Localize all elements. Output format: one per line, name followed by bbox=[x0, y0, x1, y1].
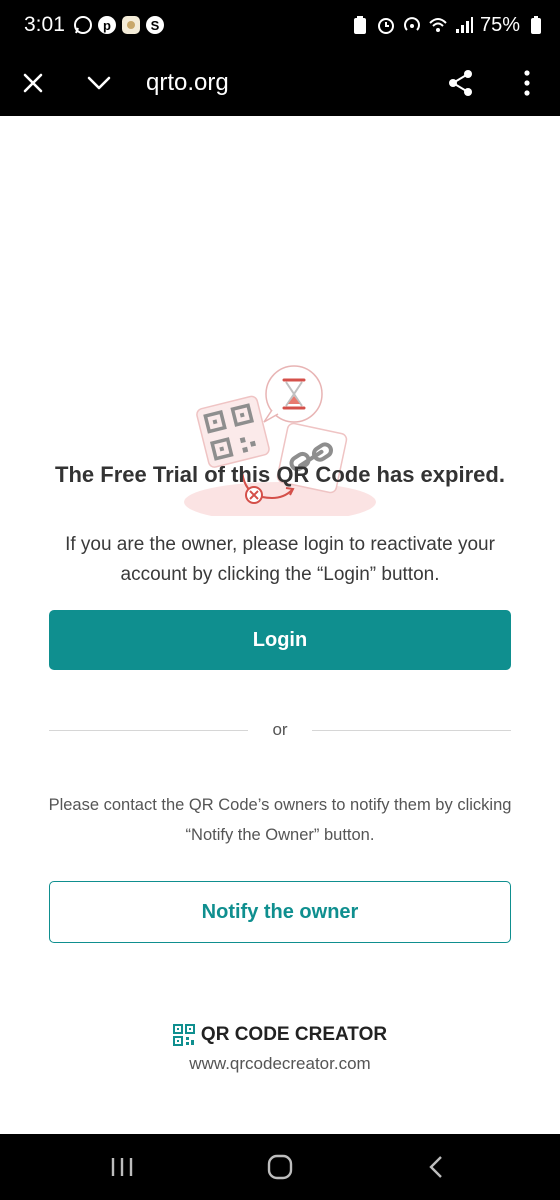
back-button[interactable] bbox=[396, 1134, 476, 1200]
brand-logo[interactable]: QR CODE CREATOR bbox=[0, 1024, 560, 1046]
system-icons: 75% bbox=[350, 14, 546, 37]
notify-owner-button[interactable]: Notify the owner bbox=[49, 881, 511, 943]
or-divider: or bbox=[49, 716, 511, 744]
headline: The Free Trial of this QR Code has expir… bbox=[55, 462, 505, 487]
signal-icon bbox=[454, 15, 474, 35]
more-options-button[interactable] bbox=[494, 50, 560, 116]
recent-apps-icon bbox=[111, 1158, 133, 1176]
brand-url[interactable]: www.qrcodecreator.com bbox=[0, 1054, 560, 1074]
recent-apps-button[interactable] bbox=[82, 1134, 162, 1200]
battery-icon bbox=[526, 15, 546, 35]
battery-saver-icon bbox=[350, 15, 370, 35]
contact-message: Please contact the QR Code’s owners to n… bbox=[48, 796, 512, 844]
status-time: 3:01 bbox=[24, 13, 65, 36]
page-content: The Free Trial of this QR Code has expir… bbox=[0, 116, 560, 1134]
more-vert-icon bbox=[524, 70, 530, 96]
whatsapp-icon bbox=[73, 15, 93, 35]
qr-logo-icon bbox=[172, 1024, 195, 1046]
svg-text:S: S bbox=[151, 18, 160, 33]
home-button[interactable] bbox=[240, 1134, 320, 1200]
divider-line-left bbox=[49, 729, 249, 731]
notification-icons: p S bbox=[73, 15, 165, 35]
brand-name: QR CODE CREATOR bbox=[200, 1024, 388, 1045]
or-text: or bbox=[272, 720, 288, 739]
wifi-icon bbox=[428, 15, 448, 35]
close-button[interactable] bbox=[0, 50, 66, 116]
system-nav-bar bbox=[0, 1134, 560, 1200]
svg-text:p: p bbox=[103, 18, 111, 33]
url-text[interactable]: qrto.org bbox=[146, 69, 229, 97]
minimize-button[interactable] bbox=[66, 50, 132, 116]
chevron-down-icon bbox=[87, 76, 111, 90]
share-button[interactable] bbox=[428, 50, 494, 116]
hotspot-icon bbox=[402, 15, 422, 35]
owner-message: If you are the owner, please login to re… bbox=[65, 534, 495, 585]
share-icon bbox=[449, 70, 472, 96]
battery-percent: 75% bbox=[479, 13, 520, 36]
back-icon bbox=[429, 1156, 442, 1178]
browser-toolbar: qrto.org bbox=[0, 50, 560, 116]
pinterest-icon: p bbox=[97, 15, 117, 35]
s-app-icon: S bbox=[145, 15, 165, 35]
close-icon bbox=[23, 73, 43, 93]
app-icon bbox=[121, 15, 141, 35]
home-icon bbox=[267, 1154, 293, 1180]
status-bar: 3:01 p S 75% bbox=[0, 0, 560, 50]
alarm-icon bbox=[376, 15, 396, 35]
divider-line-right bbox=[311, 729, 511, 731]
login-button[interactable]: Login bbox=[49, 610, 511, 670]
